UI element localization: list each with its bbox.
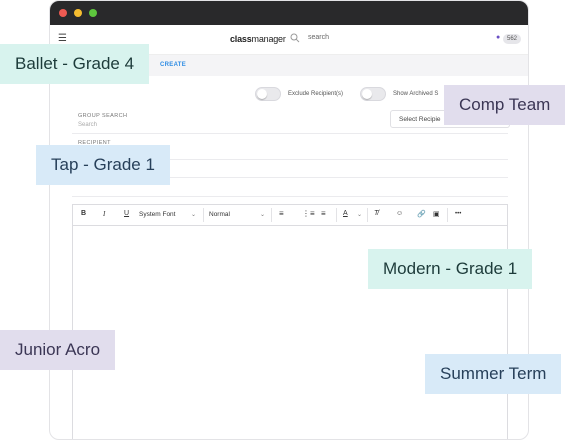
font-family-select[interactable]: System Font [139,211,175,218]
exclude-recipients-toggle[interactable] [255,87,281,101]
search-icon[interactable] [290,33,300,43]
chevron-down-icon[interactable]: ⌄ [191,211,196,218]
select-recipients-label: Select Recipie [399,116,441,123]
clear-format-icon[interactable]: T̸ [374,210,378,217]
numbered-list-icon[interactable]: ≡ [321,209,326,218]
bell-icon[interactable]: ● [496,34,500,41]
italic-button[interactable]: I [103,210,105,218]
tag-ballet-grade-4: Ballet - Grade 4 [0,44,150,84]
tag-modern-grade-1: Modern - Grade 1 [368,249,533,289]
divider [72,196,508,197]
show-archived-toggle[interactable] [360,87,386,101]
group-search-input[interactable]: Search [78,122,97,128]
window-titlebar [50,1,528,25]
message-editor[interactable]: B I U System Font ⌄ Normal ⌄ ≡ ⋮≡ ≡ A ⌄ … [72,204,508,439]
toggle-knob [362,89,372,99]
emoji-icon[interactable]: ☺ [396,210,403,217]
group-search-label: GROUP SEARCH [78,113,128,119]
show-archived-label: Show Archived S [393,91,439,97]
image-icon[interactable]: ▣ [433,210,440,218]
brand-logo-rest: manager [251,34,286,44]
divider [72,133,508,134]
bullet-list-icon[interactable]: ⋮≡ [302,209,315,218]
tag-tap-grade-1: Tap - Grade 1 [36,145,170,185]
close-window-dot[interactable] [59,9,67,17]
toolbar-separator [336,208,337,222]
toolbar-separator [447,208,448,222]
toolbar-separator [203,208,204,222]
editor-toolbar: B I U System Font ⌄ Normal ⌄ ≡ ⋮≡ ≡ A ⌄ … [73,205,507,226]
search-input[interactable]: search [308,34,329,41]
brand-logo: classmanager [230,34,286,44]
link-icon[interactable]: 🔗 [417,210,426,218]
toolbar-separator [271,208,272,222]
underline-button[interactable]: U [124,210,129,217]
exclude-recipients-label: Exclude Recipient(s) [288,91,344,97]
maximize-window-dot[interactable] [89,9,97,17]
create-link[interactable]: CREATE [160,62,186,68]
bold-button[interactable]: B [81,210,86,217]
font-size-select[interactable]: Normal [209,211,230,218]
chevron-down-icon[interactable]: ⌄ [357,211,362,218]
tag-summer-term: Summer Term [425,354,562,394]
chevron-down-icon[interactable]: ⌄ [260,211,265,218]
toggle-knob [257,89,267,99]
brand-logo-bold: class [230,34,252,44]
tag-junior-acro: Junior Acro [0,330,116,370]
toolbar-separator [367,208,368,222]
minimize-window-dot[interactable] [74,9,82,17]
text-color-icon[interactable]: A [343,210,348,217]
align-left-icon[interactable]: ≡ [279,209,284,218]
notification-badge[interactable]: 562 [503,34,522,44]
more-options-icon[interactable]: ••• [455,211,461,217]
tag-comp-team: Comp Team [444,85,566,125]
